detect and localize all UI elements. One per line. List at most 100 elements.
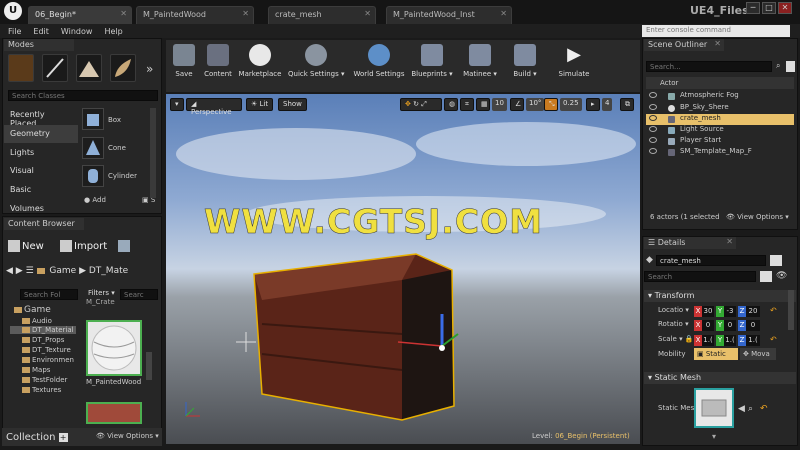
eye-icon[interactable] <box>649 92 657 98</box>
search-folders-input[interactable]: Search Fol <box>20 289 78 300</box>
rotation-z-field[interactable]: 0 <box>746 320 760 331</box>
rotate-icon[interactable]: ↻ <box>413 100 419 108</box>
folder-environment[interactable]: Environmen <box>22 356 74 364</box>
scene-outliner-tab[interactable]: Scene Outliner ✕ <box>644 39 724 51</box>
quick-settings-button[interactable]: Quick Settings ▾ <box>288 44 344 78</box>
rotation-x-field[interactable]: 0 <box>702 320 714 331</box>
outliner-row-light-source[interactable]: Light Source <box>646 125 794 136</box>
rotation-snap-icon[interactable]: ∠ <box>510 98 524 111</box>
camera-speed-value[interactable]: 4 <box>602 98 613 111</box>
category-basic[interactable]: Basic <box>4 181 78 199</box>
scale-snap-icon[interactable]: ⤡ <box>544 98 558 111</box>
close-icon[interactable]: ✕ <box>242 9 249 18</box>
scale-icon[interactable]: ⤢ <box>421 100 427 108</box>
forward-arrow-icon[interactable]: ▶ <box>16 266 23 276</box>
folder-maps[interactable]: Maps <box>22 366 50 374</box>
filters-button[interactable]: Filters ▾ <box>88 289 115 297</box>
breadcrumb-dt-material[interactable]: DT_Mate <box>89 266 128 276</box>
show-button[interactable]: Show <box>278 98 307 111</box>
eye-icon[interactable] <box>649 126 657 132</box>
minimize-button[interactable]: ─ <box>746 2 760 14</box>
simulate-button[interactable]: ▶ Simulate <box>556 44 592 78</box>
history-icon[interactable]: ☰ <box>26 266 34 276</box>
blueprints-button[interactable]: Blueprints ▾ <box>410 44 454 78</box>
folder-dt-props[interactable]: DT_Props <box>22 336 64 344</box>
cone-shape-icon[interactable] <box>82 137 104 159</box>
close-icon[interactable]: ✕ <box>120 9 127 18</box>
close-window-button[interactable]: ✕ <box>778 2 792 14</box>
back-arrow-icon[interactable]: ◀ <box>6 266 13 276</box>
browse-arrow-icon[interactable]: ◀ <box>738 404 745 414</box>
details-search-input[interactable]: Search <box>644 271 756 282</box>
asset-scrollbar[interactable] <box>146 352 152 380</box>
more-modes-icon[interactable]: » <box>146 62 153 76</box>
place-mode-icon[interactable] <box>8 54 34 82</box>
translate-icon[interactable]: ✥ <box>405 100 411 108</box>
outliner-row-player-start[interactable]: Player Start <box>646 136 794 147</box>
folder-dt-material[interactable]: DT_Material <box>10 326 76 334</box>
rotation-snap-value[interactable]: 10° <box>526 98 545 111</box>
camera-speed-icon[interactable]: ▸ <box>586 98 600 111</box>
modes-tab[interactable]: Modes <box>4 39 74 51</box>
tab-crate-mesh[interactable]: crate_mesh ✕ <box>268 6 376 24</box>
matinee-button[interactable]: Matinee ▾ <box>460 44 500 78</box>
reset-mesh-icon[interactable]: ↶ <box>760 404 768 414</box>
breadcrumb-game[interactable]: Game <box>49 266 76 276</box>
surface-snap-icon[interactable]: ⌗ <box>460 98 474 111</box>
expand-arrow-icon[interactable]: ▾ <box>712 432 716 441</box>
category-visual[interactable]: Visual <box>4 162 78 180</box>
paint-mode-icon[interactable] <box>42 54 68 82</box>
details-tab[interactable]: ☰ Details ✕ <box>644 237 736 249</box>
location-z-field[interactable]: 20 <box>746 306 760 317</box>
save-all-icon[interactable] <box>118 240 130 252</box>
folder-dt-texture[interactable]: DT_Texture <box>22 346 71 354</box>
grid-snap-icon[interactable]: ▦ <box>476 98 490 111</box>
folder-textures[interactable]: Textures <box>22 386 61 394</box>
folder-game[interactable]: Game <box>14 305 51 315</box>
details-scrollbar[interactable] <box>788 290 794 330</box>
asset-thumbnail-m-paintedwood[interactable] <box>86 320 142 376</box>
box-shape-icon[interactable] <box>82 108 104 130</box>
eye-icon[interactable] <box>649 148 657 154</box>
content-browser-tab[interactable]: Content Browser <box>4 218 84 230</box>
tab-06-begin[interactable]: 06_Begin* ✕ <box>28 6 132 24</box>
transform-mode-group[interactable]: ✥ ↻ ⤢ <box>400 98 442 111</box>
collection-toggle[interactable]: Collection + <box>6 432 68 443</box>
actor-name-field[interactable]: crate_mesh <box>656 255 766 266</box>
asset-thumbnail-second[interactable] <box>86 402 142 424</box>
folder-testfolder[interactable]: TestFolder <box>22 376 67 384</box>
scale-x-field[interactable]: 1.( <box>702 335 714 346</box>
close-icon[interactable]: ✕ <box>500 9 507 18</box>
find-in-browser-icon[interactable]: ⌕ <box>748 404 753 414</box>
close-icon[interactable]: ✕ <box>726 237 733 246</box>
world-local-icon[interactable]: ◍ <box>444 98 458 111</box>
eye-icon[interactable] <box>649 104 657 110</box>
category-recently-placed[interactable]: Recently Placed <box>4 106 78 128</box>
category-lights[interactable]: Lights <box>4 144 78 162</box>
console-command-input[interactable]: Enter console command <box>642 25 790 37</box>
outliner-row-crate-mesh[interactable]: crate_mesh <box>646 114 794 125</box>
scale-snap-value[interactable]: 0.25 <box>560 98 582 111</box>
reset-scale-icon[interactable]: ↶ <box>770 335 777 344</box>
maximize-viewport-icon[interactable]: ⧉ <box>620 98 634 111</box>
menu-help[interactable]: Help <box>104 27 122 36</box>
location-y-field[interactable]: -3 <box>724 306 736 317</box>
view-options-button[interactable]: 👁 View Options ▾ <box>96 432 159 440</box>
menu-window[interactable]: Window <box>61 27 93 36</box>
build-button[interactable]: Build ▾ <box>508 44 542 78</box>
category-geometry[interactable]: Geometry <box>4 125 78 143</box>
rotation-y-field[interactable]: 0 <box>724 320 736 331</box>
search-classes-input[interactable]: Search Classes <box>8 90 158 101</box>
outliner-row-atmospheric-fog[interactable]: Atmospheric Fog <box>646 91 794 102</box>
maximize-button[interactable]: □ <box>762 2 776 14</box>
add-shape-option[interactable]: ● Add <box>84 196 106 204</box>
modes-scrollbar[interactable] <box>150 108 156 198</box>
outliner-row-sm-template-map[interactable]: SM_Template_Map_F <box>646 147 794 158</box>
mobility-static-toggle[interactable]: ▣ Static <box>694 348 738 360</box>
eye-icon[interactable]: 👁 <box>776 271 788 282</box>
grid-view-icon[interactable] <box>760 271 772 282</box>
tab-m-paintedwood-inst[interactable]: M_PaintedWood_Inst ✕ <box>386 6 512 24</box>
location-x-field[interactable]: 30 <box>702 306 714 317</box>
menu-edit[interactable]: Edit <box>33 27 49 36</box>
outliner-view-options-button[interactable]: 👁 View Options ▾ <box>726 213 789 221</box>
